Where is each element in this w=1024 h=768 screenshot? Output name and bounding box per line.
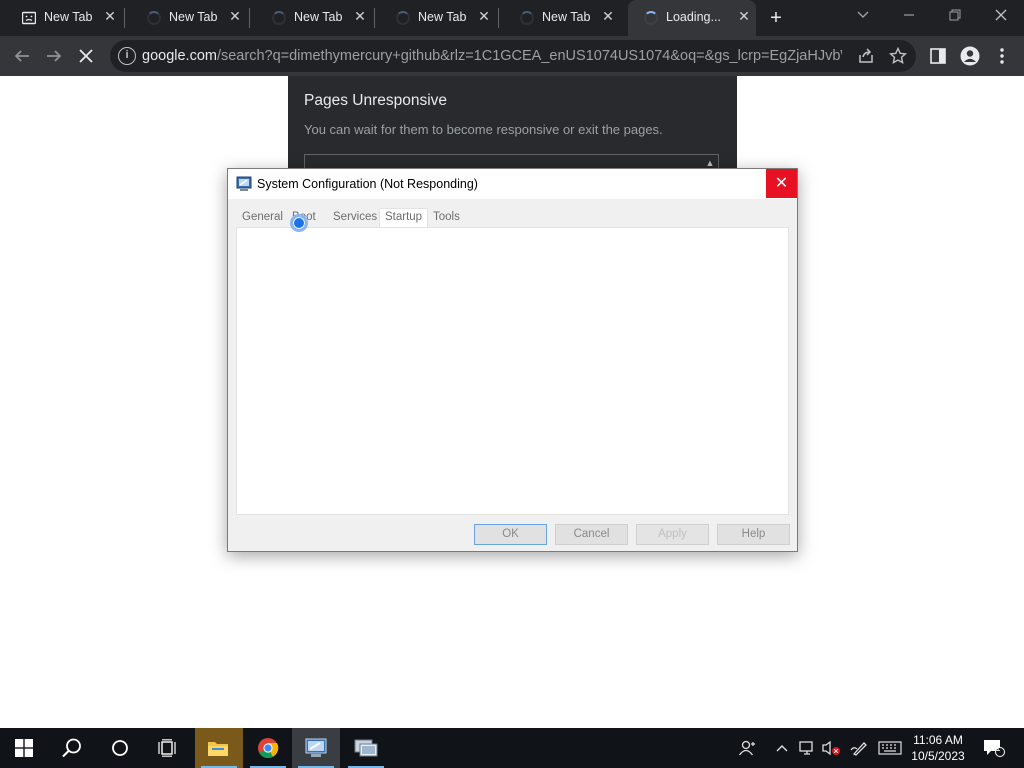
tab-search-chevron-icon[interactable] xyxy=(840,0,886,30)
tab-close-icon[interactable]: ✕ xyxy=(102,8,118,24)
sad-face-icon xyxy=(22,11,36,25)
file-explorer-folder-icon[interactable] xyxy=(195,728,243,768)
back-arrow-icon[interactable] xyxy=(10,44,34,68)
remote-desktop-icon[interactable] xyxy=(342,728,390,768)
window-close-button[interactable]: ✕ xyxy=(766,169,797,198)
chevron-up-icon[interactable] xyxy=(772,738,792,758)
browser-tab-title: New Tab xyxy=(169,10,218,24)
desktop-screen: New Tab ✕ New Tab ✕ New Tab ✕ New Tab ✕ … xyxy=(0,0,1024,768)
browser-tab-5[interactable]: New Tab ✕ xyxy=(498,0,622,36)
loading-spinner-icon xyxy=(147,11,161,25)
loading-spinner-icon xyxy=(644,11,658,25)
pen-workspace-icon[interactable] xyxy=(848,738,870,758)
system-configuration-taskbar-icon[interactable] xyxy=(292,728,340,768)
ok-button[interactable]: OK xyxy=(474,524,547,545)
close-window-icon[interactable] xyxy=(978,0,1024,30)
minimize-icon[interactable] xyxy=(886,0,932,30)
profile-avatar-icon[interactable] xyxy=(958,44,982,68)
dialog-title: Pages Unresponsive xyxy=(304,92,448,109)
volume-muted-icon[interactable] xyxy=(820,738,842,758)
tab-general[interactable]: General xyxy=(242,211,283,223)
action-center-notification-icon[interactable]: 1 xyxy=(980,738,1008,758)
address-bar[interactable]: i google.com/search?q=dimethymercury+git… xyxy=(110,40,916,72)
chrome-icon[interactable] xyxy=(244,728,292,768)
start-windows-icon[interactable] xyxy=(0,728,48,768)
clock-date: 10/5/2023 xyxy=(911,749,965,763)
browser-tab-title: New Tab xyxy=(542,10,591,24)
bookmark-star-icon[interactable] xyxy=(886,44,910,68)
task-view-icon[interactable] xyxy=(144,728,192,768)
windows-taskbar: 11:06 AM 10/5/2023 1 xyxy=(0,728,1024,768)
loading-spinner-icon xyxy=(520,11,534,25)
restore-window-icon[interactable] xyxy=(932,0,978,30)
browser-tab-1[interactable]: New Tab ✕ xyxy=(0,0,125,36)
clock-time: 11:06 AM xyxy=(913,733,963,747)
tab-close-icon[interactable]: ✕ xyxy=(736,8,752,24)
people-icon[interactable] xyxy=(736,738,758,758)
msconfig-app-icon xyxy=(236,176,252,191)
url-host: google.com xyxy=(142,48,217,64)
share-icon[interactable] xyxy=(854,44,878,68)
side-panel-icon[interactable] xyxy=(926,44,950,68)
new-tab-plus-icon[interactable]: + xyxy=(766,8,786,28)
touch-keyboard-icon[interactable] xyxy=(876,738,904,758)
search-icon[interactable] xyxy=(48,728,96,768)
cortana-circle-icon[interactable] xyxy=(96,728,144,768)
msconfig-tab-bar: General Boot Services Startup Tools xyxy=(236,205,788,230)
stop-loading-icon[interactable] xyxy=(74,44,98,68)
forward-arrow-icon[interactable] xyxy=(42,44,66,68)
cancel-button[interactable]: Cancel xyxy=(555,524,628,545)
loading-spinner-icon xyxy=(396,11,410,25)
network-icon[interactable] xyxy=(796,738,818,758)
browser-tab-3[interactable]: New Tab ✕ xyxy=(250,0,375,36)
browser-toolbar: i google.com/search?q=dimethymercury+git… xyxy=(0,36,1024,76)
tab-close-icon[interactable]: ✕ xyxy=(600,8,616,24)
apply-button[interactable]: Apply xyxy=(636,524,709,545)
window-title: System Configuration (Not Responding) xyxy=(257,177,478,191)
url-path: /search?q=dimethymercury+github&rlz=1C1G… xyxy=(216,48,842,64)
browser-tab-title: New Tab xyxy=(44,10,93,24)
browser-tab-title: Loading... xyxy=(666,10,721,24)
tab-close-icon[interactable]: ✕ xyxy=(352,8,368,24)
tab-tools[interactable]: Tools xyxy=(433,211,460,223)
system-configuration-window: System Configuration (Not Responding) ✕ … xyxy=(227,168,798,552)
notification-count: 1 xyxy=(995,743,1001,753)
browser-tab-title: New Tab xyxy=(294,10,343,24)
dialog-message: You can wait for them to become responsi… xyxy=(304,122,663,137)
browser-tab-active[interactable]: Loading... ✕ xyxy=(628,0,756,36)
busy-cursor-icon xyxy=(290,214,308,232)
tab-services[interactable]: Services xyxy=(333,211,377,223)
browser-tab-4[interactable]: New Tab ✕ xyxy=(374,0,499,36)
browser-tab-2[interactable]: New Tab ✕ xyxy=(125,0,250,36)
browser-tab-title: New Tab xyxy=(418,10,467,24)
menu-kebab-icon[interactable] xyxy=(990,44,1014,68)
browser-tab-strip: New Tab ✕ New Tab ✕ New Tab ✕ New Tab ✕ … xyxy=(0,0,1024,36)
loading-spinner-icon xyxy=(272,11,286,25)
site-info-icon[interactable]: i xyxy=(118,47,136,65)
help-button[interactable]: Help xyxy=(717,524,790,545)
tab-content-panel xyxy=(236,227,789,515)
window-title-bar[interactable]: System Configuration (Not Responding) ✕ xyxy=(228,169,797,199)
tab-close-icon[interactable]: ✕ xyxy=(476,8,492,24)
address-url[interactable]: google.com/search?q=dimethymercury+githu… xyxy=(142,48,842,64)
tab-close-icon[interactable]: ✕ xyxy=(227,8,243,24)
system-clock[interactable]: 11:06 AM 10/5/2023 xyxy=(906,732,970,764)
